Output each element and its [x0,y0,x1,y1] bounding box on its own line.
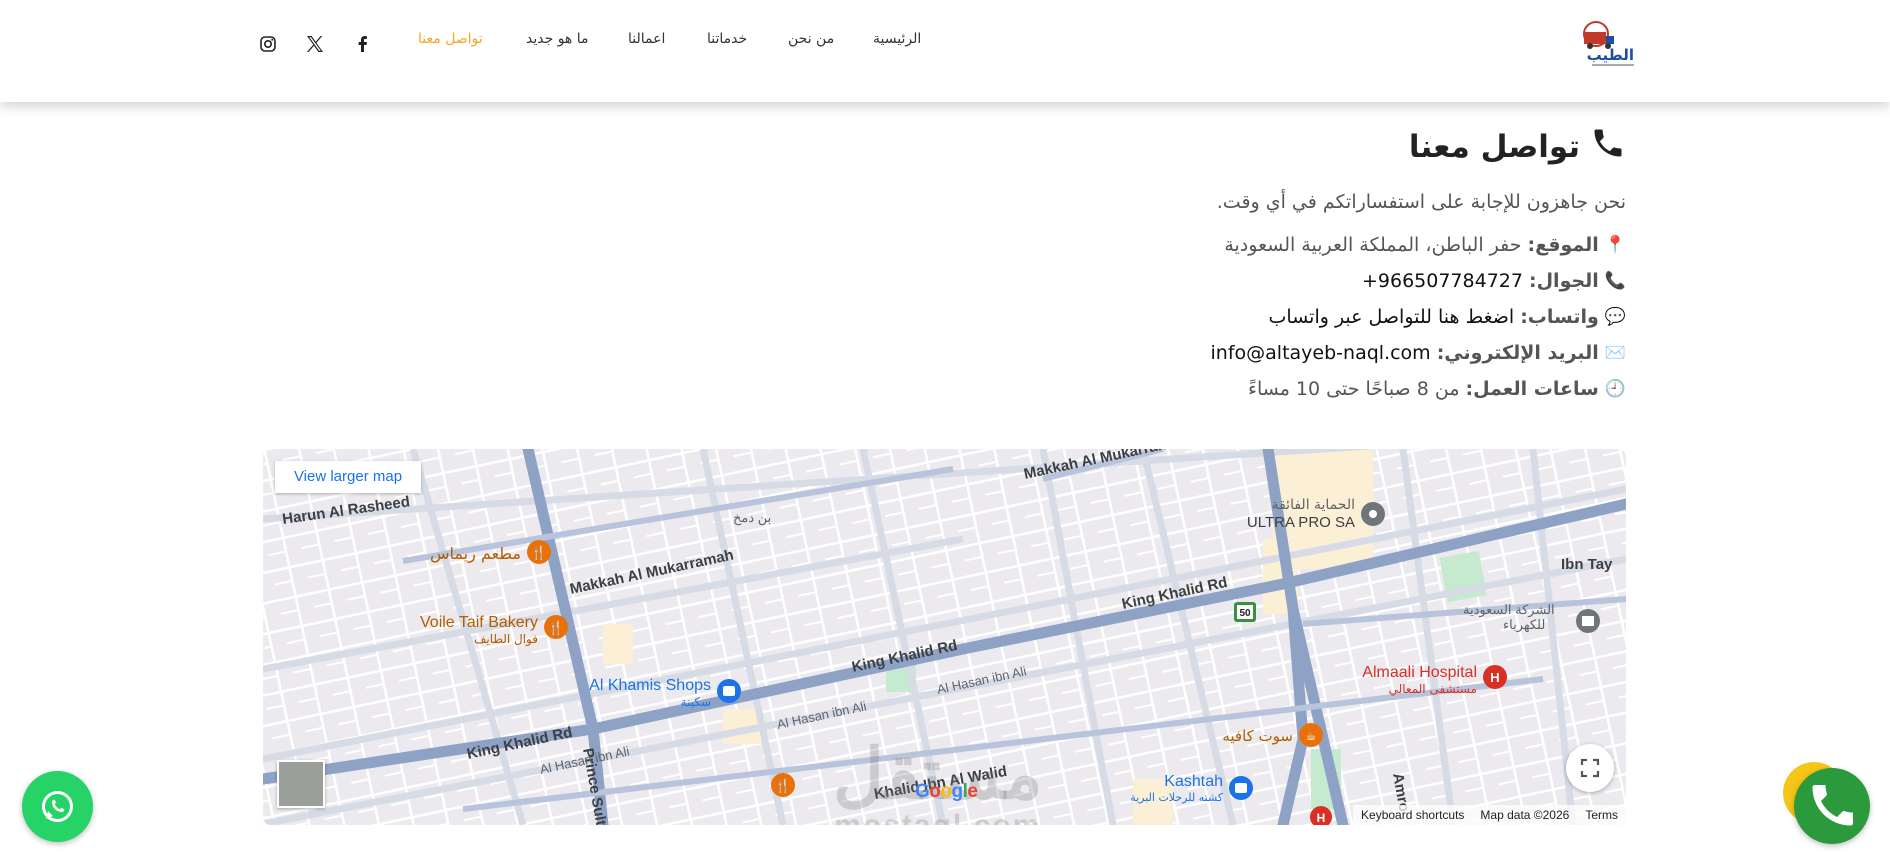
clock-icon: 🕘 [1604,379,1626,399]
facebook-icon[interactable] [353,34,373,54]
site-header: الطيب الرئيسية من نحن خدماتنا اعمالنا ما… [0,0,1890,102]
envelope-icon: ✉️ [1604,343,1626,363]
location-line: 📍 الموقع: حفر الباطن، المملكة العربية ال… [1211,233,1626,257]
route-50-shield: 50 [1234,602,1256,622]
whatsapp-floating-button[interactable] [22,771,93,842]
poi-saudi-electric[interactable] [1576,609,1600,633]
label-dumakh: بن دمخ [733,510,771,526]
location-value: حفر الباطن، المملكة العربية السعودية [1224,234,1522,256]
contact-title: تواصل معنا [1211,125,1626,169]
hours-value: من 8 صباحًا حتى 10 مساءً [1248,378,1460,400]
phone-label: الجوال: [1528,270,1599,292]
svg-text:🍴: 🍴 [531,545,547,561]
keyboard-shortcuts-link[interactable]: Keyboard shortcuts [1361,808,1464,822]
phone-line: 📞 الجوال: 966507784727+ [1211,269,1626,293]
chat-bubble-icon: 💬 [1604,307,1626,327]
x-icon[interactable] [305,34,325,54]
svg-text:🍴: 🍴 [548,620,564,636]
svg-text:50: 50 [1239,608,1251,619]
poi-rimas[interactable]: 🍴 مطعم ريماس [430,540,551,564]
fullscreen-button[interactable] [1566,744,1614,792]
view-larger-map-link[interactable]: View larger map [275,461,421,493]
svg-text:ULTRA PRO SA: ULTRA PRO SA [1247,514,1355,531]
fullscreen-icon [1580,758,1600,778]
email-line: ✉️ البريد الإلكتروني: info@altayeb-naql.… [1211,341,1626,365]
svg-text:H: H [1490,670,1499,685]
call-floating-button[interactable] [1794,768,1870,844]
whatsapp-link[interactable]: اضغط هنا للتواصل عبر واتساب [1269,306,1515,328]
email-value[interactable]: info@altayeb-naql.com [1211,342,1431,364]
svg-text:مستشفى المعالي: مستشفى المعالي [1389,682,1477,696]
svg-text:☕: ☕ [1306,729,1317,743]
svg-text:كشته للرحلات البرية: كشته للرحلات البرية [1130,791,1224,804]
svg-text:مطعم ريماس: مطعم ريماس [430,544,521,564]
svg-text:Almaali Hospital: Almaali Hospital [1362,664,1477,681]
contact-section: تواصل معنا نحن جاهزون للإجابة على استفسا… [1211,125,1626,401]
hours-label: ساعات العمل: [1465,378,1599,400]
poi-restaurant-south[interactable]: 🍴 [771,773,795,797]
nav-whats-new[interactable]: ما هو جديد [526,31,589,47]
satellite-toggle[interactable] [277,760,325,808]
pin-icon: 📍 [1604,235,1626,255]
svg-text:Al Khamis Shops: Al Khamis Shops [589,677,711,694]
nav-works[interactable]: اعمالنا [628,31,665,47]
phone-value[interactable]: 966507784727+ [1362,270,1523,292]
map-data-text: Map data ©2026 [1480,808,1570,822]
label-saudi-elec: الشركة السعودية [1463,602,1555,618]
nav-services[interactable]: خدماتنا [707,31,747,47]
svg-text:الطيب: الطيب [1587,46,1634,64]
whatsapp-label: واتساب: [1520,306,1599,328]
whatsapp-line: 💬 واتساب: اضغط هنا للتواصل عبر واتساب [1211,305,1626,329]
svg-text:🍴: 🍴 [775,778,791,794]
nav-contact[interactable]: تواصل معنا [418,31,483,47]
terms-link[interactable]: Terms [1585,808,1618,822]
location-label: الموقع: [1527,234,1599,256]
phone-call-icon [1812,785,1853,826]
phone-icon [1590,125,1626,169]
nav-about[interactable]: من نحن [788,31,834,47]
svg-text:H: H [1317,811,1326,825]
svg-text:سكينة: سكينة [681,695,711,709]
svg-text:فوال الطايف: فوال الطايف [474,632,538,647]
embedded-map[interactable]: Harun Al Rasheed Makkah Al Mukarramah Ma… [263,449,1626,825]
svg-text:Kashtah: Kashtah [1164,773,1223,790]
svg-text:سوت كافيه: سوت كافيه [1222,727,1293,745]
whatsapp-icon [42,791,73,822]
hours-line: 🕘 ساعات العمل: من 8 صباحًا حتى 10 مساءً [1211,377,1626,401]
google-logo: Google [915,781,978,802]
instagram-icon[interactable] [258,34,278,54]
poi-sout-cafe[interactable]: ☕ سوت كافيه [1222,723,1323,747]
site-logo[interactable]: الطيب [1578,20,1638,72]
nav-home[interactable]: الرئيسية [873,31,921,47]
map-attribution: Keyboard shortcuts Map data ©2026 Terms [1353,805,1626,825]
label-ibn-tay: Ibn Tay [1561,556,1613,573]
contact-title-text: تواصل معنا [1408,129,1580,165]
svg-text:الحماية الفائقة: الحماية الفائقة [1272,497,1355,513]
svg-text:Voile Taif Bakery: Voile Taif Bakery [420,614,538,631]
phone-small-icon: 📞 [1604,271,1626,291]
contact-subtitle: نحن جاهزون للإجابة على استفساراتكم في أي… [1216,191,1626,213]
email-label: البريد الإلكتروني: [1436,342,1599,364]
label-saudi-elec-2: للكهرباء [1503,617,1545,633]
